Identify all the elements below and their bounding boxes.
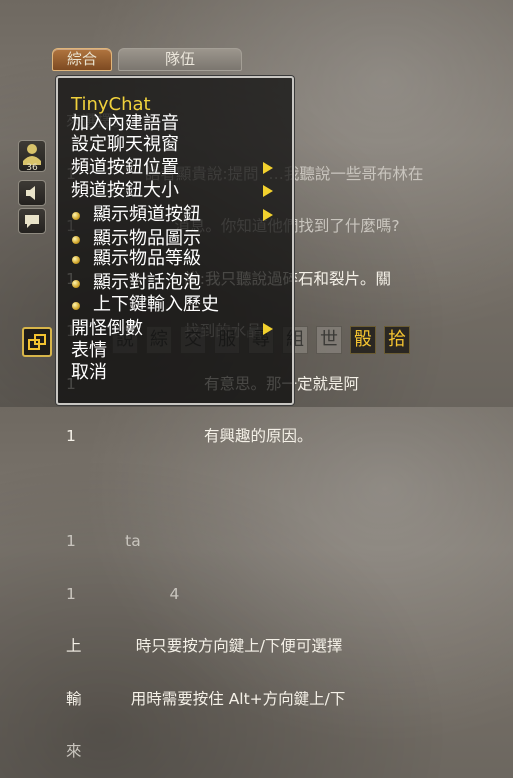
menu-item[interactable]: 表情	[71, 340, 107, 362]
menu-item[interactable]: 顯示物品等級	[93, 248, 201, 270]
social-icon[interactable]: 36	[18, 140, 46, 173]
tab-party[interactable]: 隊伍	[118, 48, 242, 71]
chat-line: 上 時只要按方向鍵上/下便可選擇	[66, 637, 343, 655]
chat-bubble-icon[interactable]	[18, 208, 46, 234]
chat-line	[66, 481, 506, 499]
tab-general[interactable]: 綜合	[52, 48, 112, 71]
menu-item[interactable]: 顯示對話泡泡	[93, 272, 201, 294]
channel-button[interactable]: 拾	[384, 326, 410, 354]
checked-bullet-icon	[72, 256, 80, 264]
menu-item[interactable]: 取消	[71, 362, 107, 384]
submenu-arrow-icon	[263, 185, 273, 197]
checked-bullet-icon	[72, 236, 80, 244]
checked-bullet-icon	[72, 302, 80, 310]
menu-item[interactable]: 頻道按鈕位置	[71, 157, 179, 179]
submenu-arrow-icon	[263, 162, 273, 174]
chat-line: 1 4	[66, 584, 180, 603]
chat-line: 1 有興趣的原因。	[66, 427, 313, 445]
menu-item[interactable]: 開怪倒數	[71, 318, 143, 340]
chat-line: 1 ta	[66, 532, 141, 550]
menu-item[interactable]: 上下鍵輸入歷史	[93, 294, 219, 316]
svg-text:36: 36	[26, 163, 38, 171]
menu-item[interactable]: 設定聊天視窗	[71, 134, 179, 156]
channel-button[interactable]: 骰	[350, 326, 376, 354]
checked-bullet-icon	[72, 212, 80, 220]
menu-item[interactable]: 顯示物品圖示	[93, 228, 201, 250]
channel-button[interactable]: 世	[316, 326, 342, 354]
speaker-icon[interactable]	[18, 180, 46, 206]
chat-line: 來	[66, 742, 82, 760]
submenu-arrow-icon	[263, 209, 273, 221]
menu-item[interactable]: 顯示頻道按鈕	[93, 204, 201, 226]
checked-bullet-icon	[72, 280, 80, 288]
submenu-arrow-icon	[263, 323, 273, 335]
menu-item[interactable]: 加入內建語音	[71, 113, 179, 135]
channel-menu-button[interactable]	[22, 327, 52, 357]
menu-item[interactable]: 頻道按鈕大小	[71, 180, 179, 202]
chat-line: 輸 用時需要按住 Alt+方向鍵上/下	[66, 689, 346, 708]
